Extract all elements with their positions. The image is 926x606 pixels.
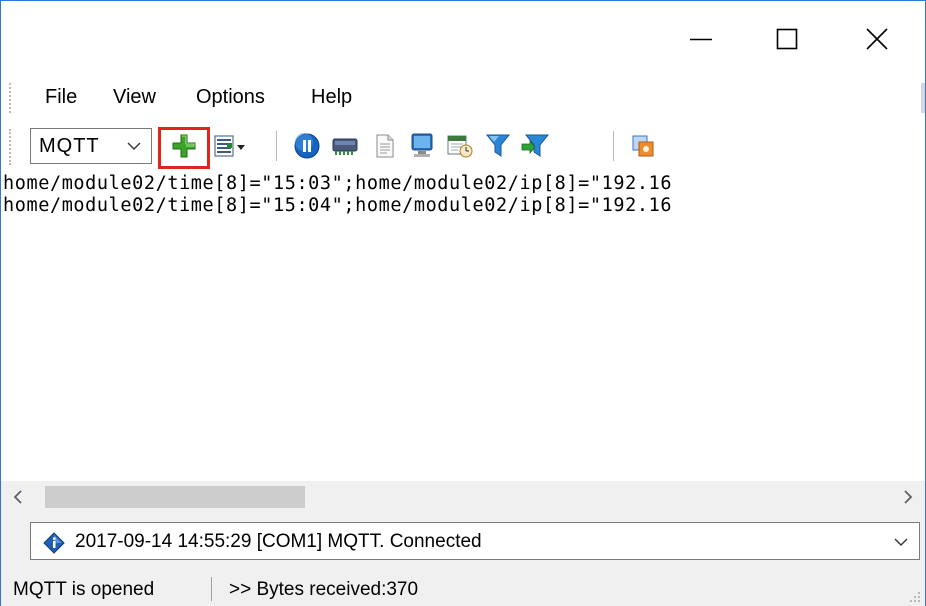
menu-options[interactable]: Options [196,86,265,109]
event-bar: 2017-09-14 14:55:29 [COM1] MQTT. Connect… [1,513,925,569]
computer-icon [411,133,433,157]
minimize-button[interactable] [671,19,731,59]
info-icon [43,532,65,554]
menu-file[interactable]: File [45,86,77,109]
title-bar [1,1,925,73]
toolbar: MQTT [1,123,925,173]
toolbar-separator [276,131,277,161]
log-line: home/module02/time[8]="15:03";home/modul… [3,173,673,194]
horizontal-scrollbar[interactable] [1,481,925,513]
protocol-select-value: MQTT [39,135,100,157]
filter-icon [485,134,511,157]
minimize-icon [690,38,712,41]
filter-apply-button[interactable] [519,129,553,163]
connection-status: MQTT is opened [13,579,155,600]
menubar-grip[interactable] [9,83,12,113]
settings-button[interactable] [626,129,660,163]
add-icon [172,134,196,158]
filter-button[interactable] [481,129,515,163]
menu-view[interactable]: View [113,86,156,109]
close-button[interactable] [847,19,907,59]
scroll-right-button[interactable] [891,481,925,513]
toolbar-separator [613,131,614,161]
chevron-down-icon [127,142,141,150]
bytes-received: >> Bytes received:370 [229,579,419,600]
maximize-icon [776,28,798,50]
event-log-text: 2017-09-14 14:55:29 [COM1] MQTT. Connect… [75,531,482,552]
main-window: File View Options Help MQTT home/module0… [0,0,926,606]
menubar-edge [921,83,925,113]
protocol-select[interactable]: MQTT [30,128,152,164]
filter-apply-icon [521,134,550,157]
chevron-right-icon [904,490,913,504]
scrollbar-thumb[interactable] [45,486,305,508]
view-options-button[interactable] [211,129,251,163]
chevron-down-icon [894,538,908,546]
view-options-icon [214,135,245,157]
serial-port-icon [332,138,358,155]
scheduler-icon [447,135,473,158]
status-bar: MQTT is opened >> Bytes received:370 [1,569,925,606]
settings-icon [632,135,654,157]
event-log-select[interactable]: 2017-09-14 14:55:29 [COM1] MQTT. Connect… [30,522,920,560]
pause-button[interactable] [290,129,324,163]
chevron-left-icon [13,490,22,504]
add-button[interactable] [167,129,201,163]
serial-port-button[interactable] [328,129,362,163]
document-button[interactable] [368,129,402,163]
computer-button[interactable] [405,129,439,163]
maximize-button[interactable] [757,19,817,59]
resize-grip-icon[interactable] [907,589,921,603]
pause-icon [294,133,320,159]
toolbar-grip[interactable] [9,129,12,165]
menu-bar: File View Options Help [1,79,925,117]
scheduler-button[interactable] [443,129,477,163]
log-line: home/module02/time[8]="15:04";home/modul… [3,195,673,216]
document-icon [376,134,394,158]
close-icon [866,28,888,50]
scroll-left-button[interactable] [1,481,35,513]
status-separator [211,577,212,601]
menu-help[interactable]: Help [311,86,352,109]
message-log[interactable]: home/module02/time[8]="15:03";home/modul… [1,173,925,481]
